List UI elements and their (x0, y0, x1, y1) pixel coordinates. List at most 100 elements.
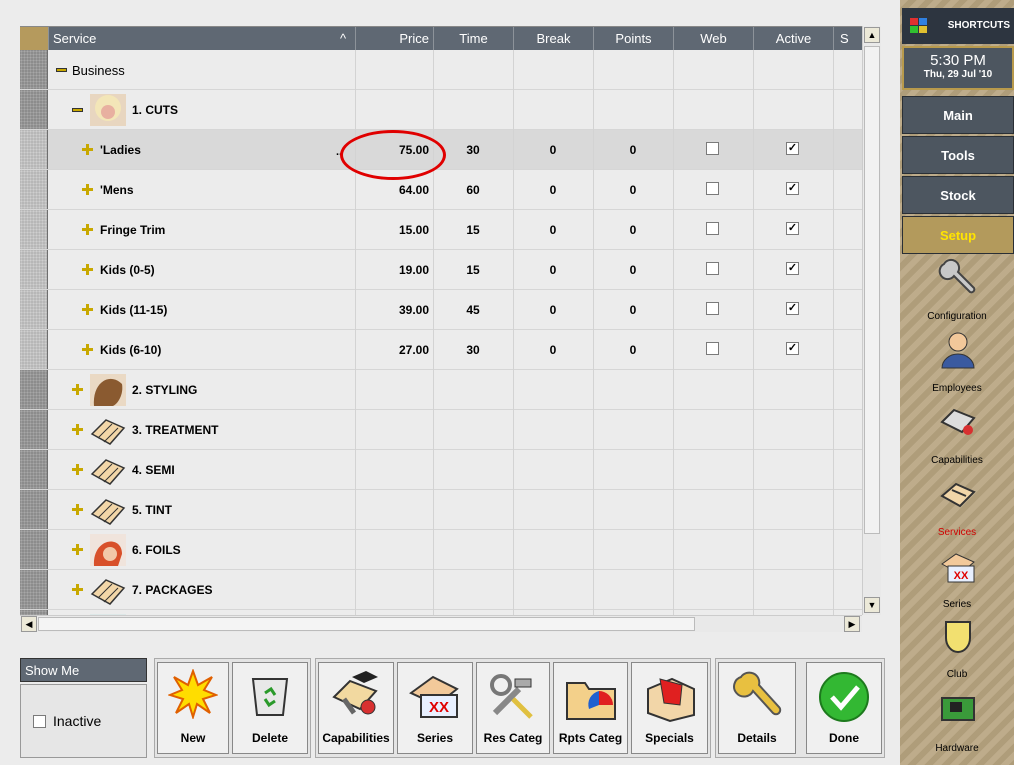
expand-icon[interactable] (82, 344, 93, 355)
active-checkbox[interactable]: ✓ (786, 142, 799, 155)
active-checkbox[interactable]: ✓ (786, 302, 799, 315)
horizontal-scrollbar[interactable]: ◀ ▶ (20, 615, 862, 632)
web-checkbox[interactable] (706, 142, 719, 155)
column-header-price[interactable]: Price (355, 27, 433, 50)
series-button[interactable]: XX Series (397, 662, 473, 754)
expand-icon[interactable] (82, 304, 93, 315)
inactive-checkbox[interactable] (33, 715, 46, 728)
service-row[interactable]: Fringe Trim 15.00 15 0 0 ✓ (20, 210, 862, 250)
time-cell[interactable]: 30 (443, 143, 503, 157)
series-shortcut[interactable]: XX Series (900, 542, 1014, 614)
expand-icon[interactable] (72, 544, 83, 555)
vertical-scrollbar[interactable]: ▲ ▼ (862, 26, 881, 615)
row-header[interactable] (20, 90, 48, 129)
points-cell[interactable]: 0 (603, 183, 663, 197)
break-cell[interactable]: 0 (523, 183, 583, 197)
web-checkbox[interactable] (706, 182, 719, 195)
category-row[interactable]: 5. TINT (20, 490, 862, 530)
active-checkbox[interactable]: ✓ (786, 182, 799, 195)
row-header[interactable] (20, 290, 48, 329)
points-cell[interactable]: 0 (603, 343, 663, 357)
hardware-shortcut[interactable]: Hardware (900, 686, 1014, 758)
row-header[interactable] (20, 130, 48, 169)
row-header[interactable] (20, 570, 48, 609)
sort-ascending-icon[interactable]: ^ (340, 27, 346, 50)
category-row[interactable]: 3. TREATMENT (20, 410, 862, 450)
column-header-break[interactable]: Break (513, 27, 593, 50)
expand-icon[interactable] (82, 264, 93, 275)
row-header[interactable] (20, 370, 48, 409)
delete-button[interactable]: Delete (232, 662, 308, 754)
expand-icon[interactable] (82, 224, 93, 235)
new-button[interactable]: New (157, 662, 229, 754)
break-cell[interactable]: 0 (523, 303, 583, 317)
column-header-active[interactable]: Active (753, 27, 833, 50)
active-checkbox[interactable]: ✓ (786, 342, 799, 355)
service-row[interactable]: Kids (11-15) 39.00 45 0 0 ✓ (20, 290, 862, 330)
category-row[interactable]: 7. PACKAGES (20, 570, 862, 610)
time-cell[interactable]: 60 (443, 183, 503, 197)
price-cell[interactable]: 39.00 (359, 303, 429, 317)
expand-icon[interactable] (82, 184, 93, 195)
break-cell[interactable]: 0 (523, 263, 583, 277)
nav-main-button[interactable]: Main (902, 96, 1014, 134)
price-cell[interactable]: 64.00 (359, 183, 429, 197)
horizontal-scroll-thumb[interactable] (38, 617, 695, 631)
web-checkbox[interactable] (706, 342, 719, 355)
group-row[interactable]: Business (20, 50, 862, 90)
row-header[interactable] (20, 210, 48, 249)
res-categ-button[interactable]: Res Categ (476, 662, 550, 754)
price-cell[interactable]: 15.00 (359, 223, 429, 237)
collapse-icon[interactable] (56, 68, 67, 72)
capabilities-button[interactable]: Capabilities (318, 662, 394, 754)
time-cell[interactable]: 45 (443, 303, 503, 317)
row-header[interactable] (20, 410, 48, 449)
details-button[interactable]: Details (718, 662, 796, 754)
column-header-time[interactable]: Time (433, 27, 513, 50)
web-checkbox[interactable] (706, 302, 719, 315)
time-cell[interactable]: 15 (443, 263, 503, 277)
active-checkbox[interactable]: ✓ (786, 262, 799, 275)
row-header[interactable] (20, 330, 48, 369)
expand-icon[interactable] (72, 584, 83, 595)
time-cell[interactable]: 15 (443, 223, 503, 237)
column-header-web[interactable]: Web (673, 27, 753, 50)
nav-setup-button[interactable]: Setup (902, 216, 1014, 254)
collapse-icon[interactable] (72, 108, 83, 112)
row-header[interactable] (20, 450, 48, 489)
service-row[interactable]: Kids (0-5) 19.00 15 0 0 ✓ (20, 250, 862, 290)
category-row[interactable]: 4. SEMI (20, 450, 862, 490)
points-cell[interactable]: 0 (603, 143, 663, 157)
category-row[interactable]: 1. CUTS (20, 90, 862, 130)
row-header[interactable] (20, 250, 48, 289)
category-row[interactable]: 6. FOILS (20, 530, 862, 570)
capabilities-shortcut[interactable]: Capabilities (900, 398, 1014, 470)
scroll-left-button[interactable]: ◀ (21, 616, 37, 632)
services-shortcut[interactable]: Services (900, 470, 1014, 542)
active-checkbox[interactable]: ✓ (786, 222, 799, 235)
scroll-right-button[interactable]: ▶ (844, 616, 860, 632)
break-cell[interactable]: 0 (523, 143, 583, 157)
expand-icon[interactable] (72, 464, 83, 475)
shortcuts-button[interactable]: SHORTCUTS (902, 8, 1014, 44)
configuration-shortcut[interactable]: Configuration (900, 254, 1014, 326)
category-row[interactable]: 2. STYLING (20, 370, 862, 410)
nav-tools-button[interactable]: Tools (902, 136, 1014, 174)
expand-icon[interactable] (72, 384, 83, 395)
web-checkbox[interactable] (706, 222, 719, 235)
column-header-service[interactable]: Service (48, 27, 355, 50)
employees-shortcut[interactable]: Employees (900, 326, 1014, 398)
rpts-categ-button[interactable]: Rpts Categ (553, 662, 628, 754)
points-cell[interactable]: 0 (603, 263, 663, 277)
club-shortcut[interactable]: Club (900, 612, 1014, 684)
expand-icon[interactable] (72, 504, 83, 515)
scroll-up-button[interactable]: ▲ (864, 27, 880, 43)
expand-icon[interactable] (72, 424, 83, 435)
points-cell[interactable]: 0 (603, 303, 663, 317)
break-cell[interactable]: 0 (523, 223, 583, 237)
time-cell[interactable]: 30 (443, 343, 503, 357)
scroll-down-button[interactable]: ▼ (864, 597, 880, 613)
row-header[interactable] (20, 50, 48, 89)
done-button[interactable]: Done (806, 662, 882, 754)
column-header-points[interactable]: Points (593, 27, 673, 50)
